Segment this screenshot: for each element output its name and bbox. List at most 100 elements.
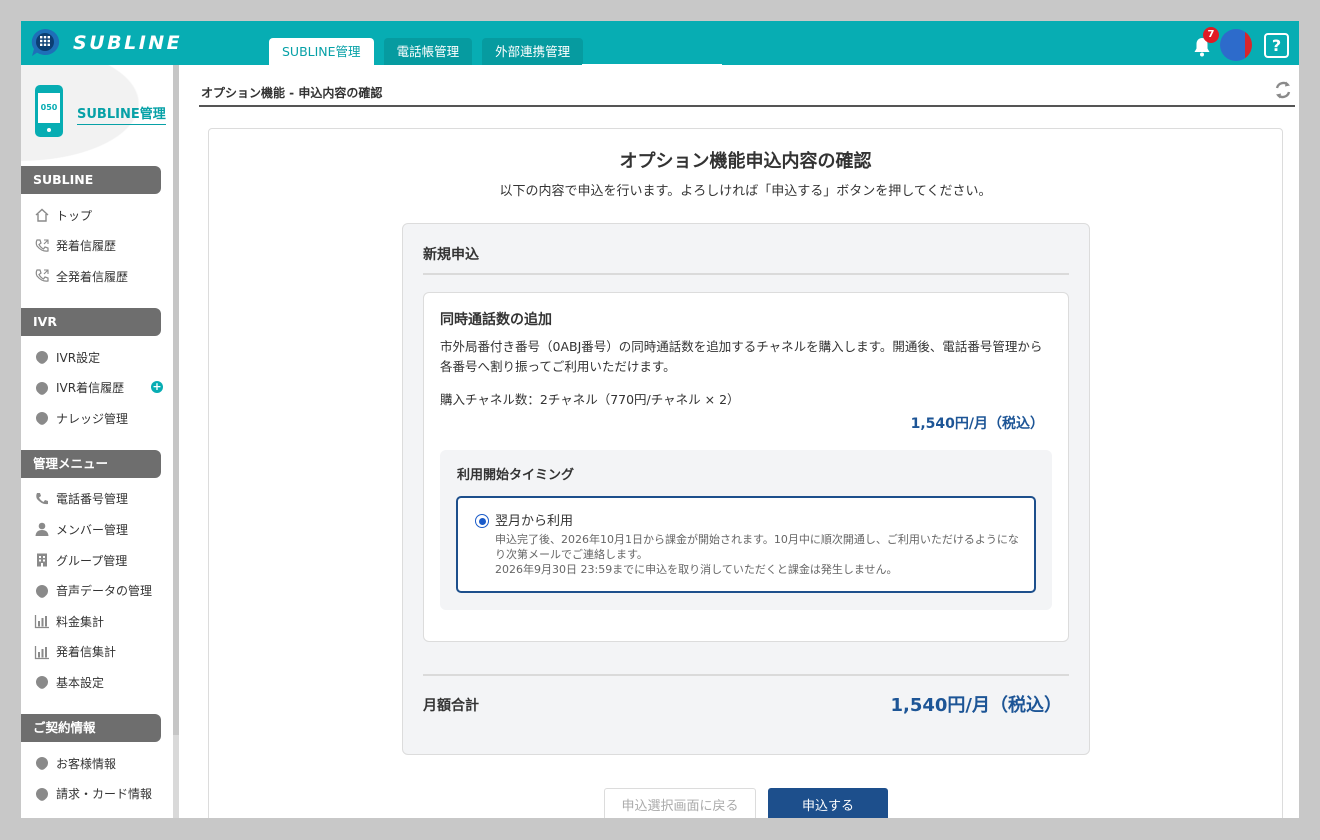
phone-call-icon [34,238,50,254]
pin-icon [33,785,51,803]
logo-text: SUBLINE [73,32,183,54]
start-next-month-radio[interactable] [475,514,489,528]
phone-icon: 050 [35,85,63,137]
page-subtitle: 以下の内容で申込を行います。よろしければ「申込する」ボタンを押してください。 [499,184,992,199]
sidebar: 050 SUBLINE管理 SUBLINE トップ 発着信履歴 全発着信履歴 I… [21,65,173,818]
breadcrumb: オプション機能 - 申込内容の確認 [199,79,1295,107]
section-heading: 管理メニュー [21,449,161,478]
pin-icon [33,409,51,427]
logo[interactable]: SUBLINE [29,24,182,62]
back-button[interactable]: 申込選択画面に戻る [604,788,756,818]
section-contract-info: ご契約情報 お客様情報 請求・カード情報 [21,713,173,809]
sidebar-header: 050 SUBLINE管理 [21,65,173,161]
option-note-line: 2026年9月30日 23:59までに申込を取り消していただくと課金は発生しませ… [495,563,898,576]
sidebar-item-call-summary[interactable]: 発着信集計 [21,637,173,668]
start-next-month-option[interactable]: 翌月から利用 申込完了後、2026年10月1日から課金が開始されます。10月中に… [456,496,1036,593]
bar-chart-icon [34,644,50,660]
section-heading: IVR [21,307,161,336]
building-icon [34,552,50,568]
sidebar-item-label: 音声データの管理 [56,584,153,599]
section-heading: ご契約情報 [21,713,161,742]
option-note-line: 申込完了後、2026年10月1日から課金が開始されます。10月中に順次開通し、ご… [495,533,1019,561]
pin-icon [33,379,51,397]
add-plus-icon[interactable]: + [151,381,163,394]
sidebar-item-label: トップ [56,208,93,223]
main-tabs: SUBLINE管理 電話帳管理 外部連携管理 [269,38,593,65]
section-subline: SUBLINE トップ 発着信履歴 全発着信履歴 [21,166,173,292]
tab-external-integration[interactable]: 外部連携管理 [482,38,584,65]
pin-icon [33,582,51,600]
sidebar-item-label: 料金集計 [56,614,105,629]
notification-badge: 7 [1203,27,1219,43]
sidebar-title[interactable]: SUBLINE管理 [77,103,166,125]
header-actions: 7 ? [1192,27,1289,61]
option-note: 申込完了後、2026年10月1日から課金が開始されます。10月中に順次開通し、ご… [495,532,1025,577]
refresh-icon[interactable] [1273,79,1293,101]
sidebar-item-audio-data[interactable]: 音声データの管理 [21,575,173,606]
help-button[interactable]: ? [1264,32,1289,58]
sidebar-item-label: 全発着信履歴 [56,269,129,284]
submit-button[interactable]: 申込する [768,788,888,818]
sidebar-item-billing-summary[interactable]: 料金集計 [21,606,173,637]
logo-speech-bubble-icon [29,27,61,59]
monthly-total-value: 1,540円/月（税込） [890,695,1062,716]
sidebar-item-ivr-settings[interactable]: IVR設定 [21,342,173,373]
sidebar-item-basic-settings[interactable]: 基本設定 [21,667,173,698]
main-content: オプション機能 - 申込内容の確認 オプション機能申込内容の確認 以下の内容で申… [179,65,1299,818]
sidebar-item-all-call-history[interactable]: 全発着信履歴 [21,261,173,292]
section-admin-menu: 管理メニュー 電話番号管理 メンバー管理 グループ管理 音声データの管理 料金集… [21,449,173,698]
application-panel: 新規申込 同時通話数の追加 市外局番付き番号（0ABJ番号）の同時通話数を追加す… [402,223,1090,755]
option-item-card: 同時通話数の追加 市外局番付き番号（0ABJ番号）の同時通話数を追加するチャネル… [423,292,1069,642]
home-icon [34,207,50,223]
sidebar-item-label: IVR着信履歴 [56,381,125,396]
pin-icon [33,754,51,772]
divider [423,273,1069,275]
phone-number-prefix: 050 [38,93,60,123]
start-timing-title: 利用開始タイミング [457,468,575,483]
option-item-price: 1,540円/月（税込） [910,416,1044,432]
user-icon [34,521,50,537]
sidebar-item-label: 請求・カード情報 [56,787,153,802]
sidebar-item-members[interactable]: メンバー管理 [21,514,173,545]
pin-icon [33,348,51,366]
option-label: 翌月から利用 [495,514,574,529]
monthly-total-label: 月額合計 [423,698,479,714]
sidebar-item-ivr-history[interactable]: IVR着信履歴 + [21,372,173,403]
sidebar-item-groups[interactable]: グループ管理 [21,545,173,576]
sidebar-item-billing-card[interactable]: 請求・カード情報 [21,778,173,809]
phone-icon [34,491,50,507]
section-heading: SUBLINE [21,166,161,194]
sidebar-item-label: グループ管理 [56,553,128,568]
phone-call-icon [34,268,50,284]
option-item-quantity: 購入チャネル数：2チャネル（770円/チャネル × 2） [440,392,740,407]
sidebar-item-top[interactable]: トップ [21,200,173,231]
tab-phonebook[interactable]: 電話帳管理 [383,38,473,65]
sidebar-item-phone-numbers[interactable]: 電話番号管理 [21,484,173,515]
start-timing-section: 利用開始タイミング 翌月から利用 申込完了後、2026年10月1日から課金が開始… [440,450,1052,610]
sidebar-item-label: 発着信集計 [56,645,117,660]
breadcrumb-text: オプション機能 - 申込内容の確認 [201,86,383,100]
sidebar-item-label: 電話番号管理 [56,492,129,507]
page-title: オプション機能申込内容の確認 [619,151,872,172]
sidebar-item-call-history[interactable]: 発着信履歴 [21,231,173,262]
bar-chart-icon [34,613,50,629]
sidebar-item-label: IVR設定 [56,350,101,365]
notification-button[interactable]: 7 [1192,27,1219,57]
sidebar-item-knowledge[interactable]: ナレッジ管理 [21,403,173,434]
confirmation-card: オプション機能申込内容の確認 以下の内容で申込を行います。よろしければ「申込する… [208,128,1283,818]
pin-icon [33,673,51,691]
sidebar-item-label: 基本設定 [56,675,105,690]
sidebar-item-label: メンバー管理 [56,522,129,537]
sidebar-item-label: 発着信履歴 [56,239,117,254]
top-header: SUBLINE SUBLINE管理 電話帳管理 外部連携管理 7 ? [21,21,1299,66]
tab-subline-admin[interactable]: SUBLINE管理 [269,38,374,65]
section-ivr: IVR IVR設定 IVR着信履歴 + ナレッジ管理 [21,307,173,434]
divider [423,674,1069,676]
panel-title: 新規申込 [423,247,479,263]
sidebar-item-label: ナレッジ管理 [56,411,129,426]
sidebar-item-customer-info[interactable]: お客様情報 [21,748,173,779]
option-item-description: 市外局番付き番号（0ABJ番号）の同時通話数を追加するチャネルを購入します。開通… [440,339,1043,374]
option-item-title: 同時通話数の追加 [440,312,552,328]
avatar[interactable] [1220,29,1252,61]
sidebar-item-label: お客様情報 [56,756,117,771]
